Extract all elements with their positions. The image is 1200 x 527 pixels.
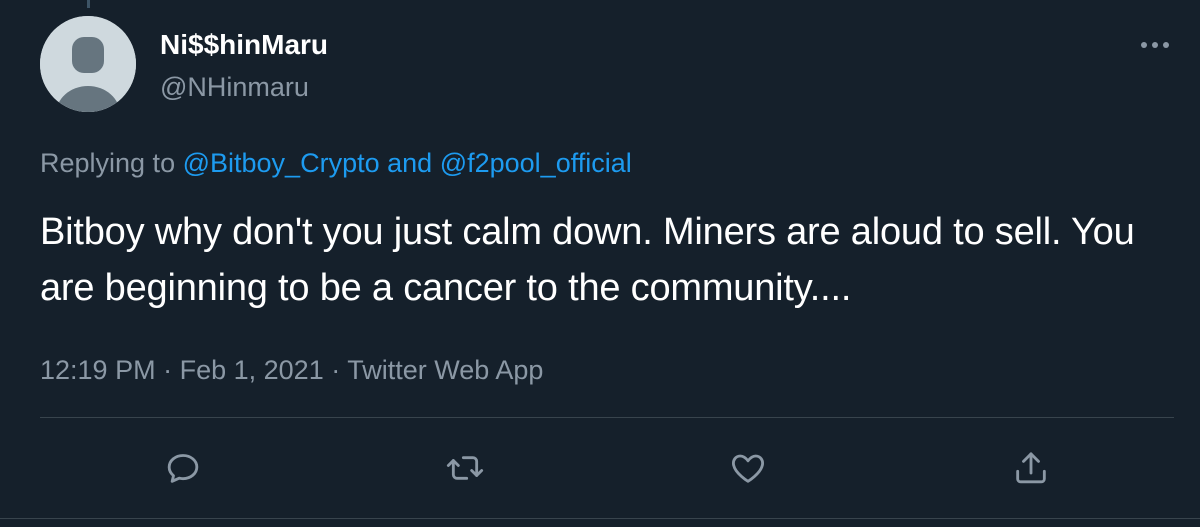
share-icon	[1016, 452, 1046, 484]
divider	[40, 417, 1174, 418]
tweet-text: Bitboy why don't you just calm down. Min…	[40, 211, 1135, 309]
tweet-date-link[interactable]: Feb 1, 2021	[180, 355, 324, 385]
replying-to-conjunction: and	[387, 148, 433, 178]
reply-button[interactable]	[161, 446, 205, 490]
replying-to-line: Replying to @Bitboy_Crypto and @f2pool_o…	[40, 146, 632, 180]
tweet-source-link[interactable]: Twitter Web App	[347, 355, 543, 385]
mention-link-f2pool[interactable]: @f2pool_official	[440, 148, 632, 178]
tweet-time-link[interactable]: 12:19 PM	[40, 355, 156, 385]
tweet-metadata: 12:19 PM · Feb 1, 2021 · Twitter Web App	[40, 353, 543, 387]
retweet-button[interactable]	[443, 446, 487, 490]
share-button[interactable]	[1009, 446, 1053, 490]
bottom-divider	[0, 518, 1200, 519]
reply-icon	[167, 454, 199, 483]
like-button[interactable]	[726, 446, 770, 490]
meta-separator: ·	[163, 355, 173, 385]
thread-connector-line	[87, 0, 90, 8]
meta-separator: ·	[331, 355, 341, 385]
like-icon	[732, 454, 764, 483]
author-handle[interactable]: @NHinmaru	[160, 70, 309, 104]
more-options-button[interactable]	[1130, 30, 1178, 60]
more-horizontal-icon	[1141, 42, 1169, 48]
retweet-icon	[446, 456, 484, 480]
author-display-name[interactable]: Ni$$hinMaru	[160, 28, 328, 62]
avatar[interactable]	[40, 16, 136, 112]
replying-to-label: Replying to	[40, 148, 176, 178]
mention-link-bitboy[interactable]: @Bitboy_Crypto	[183, 148, 380, 178]
default-avatar-icon	[40, 16, 136, 112]
